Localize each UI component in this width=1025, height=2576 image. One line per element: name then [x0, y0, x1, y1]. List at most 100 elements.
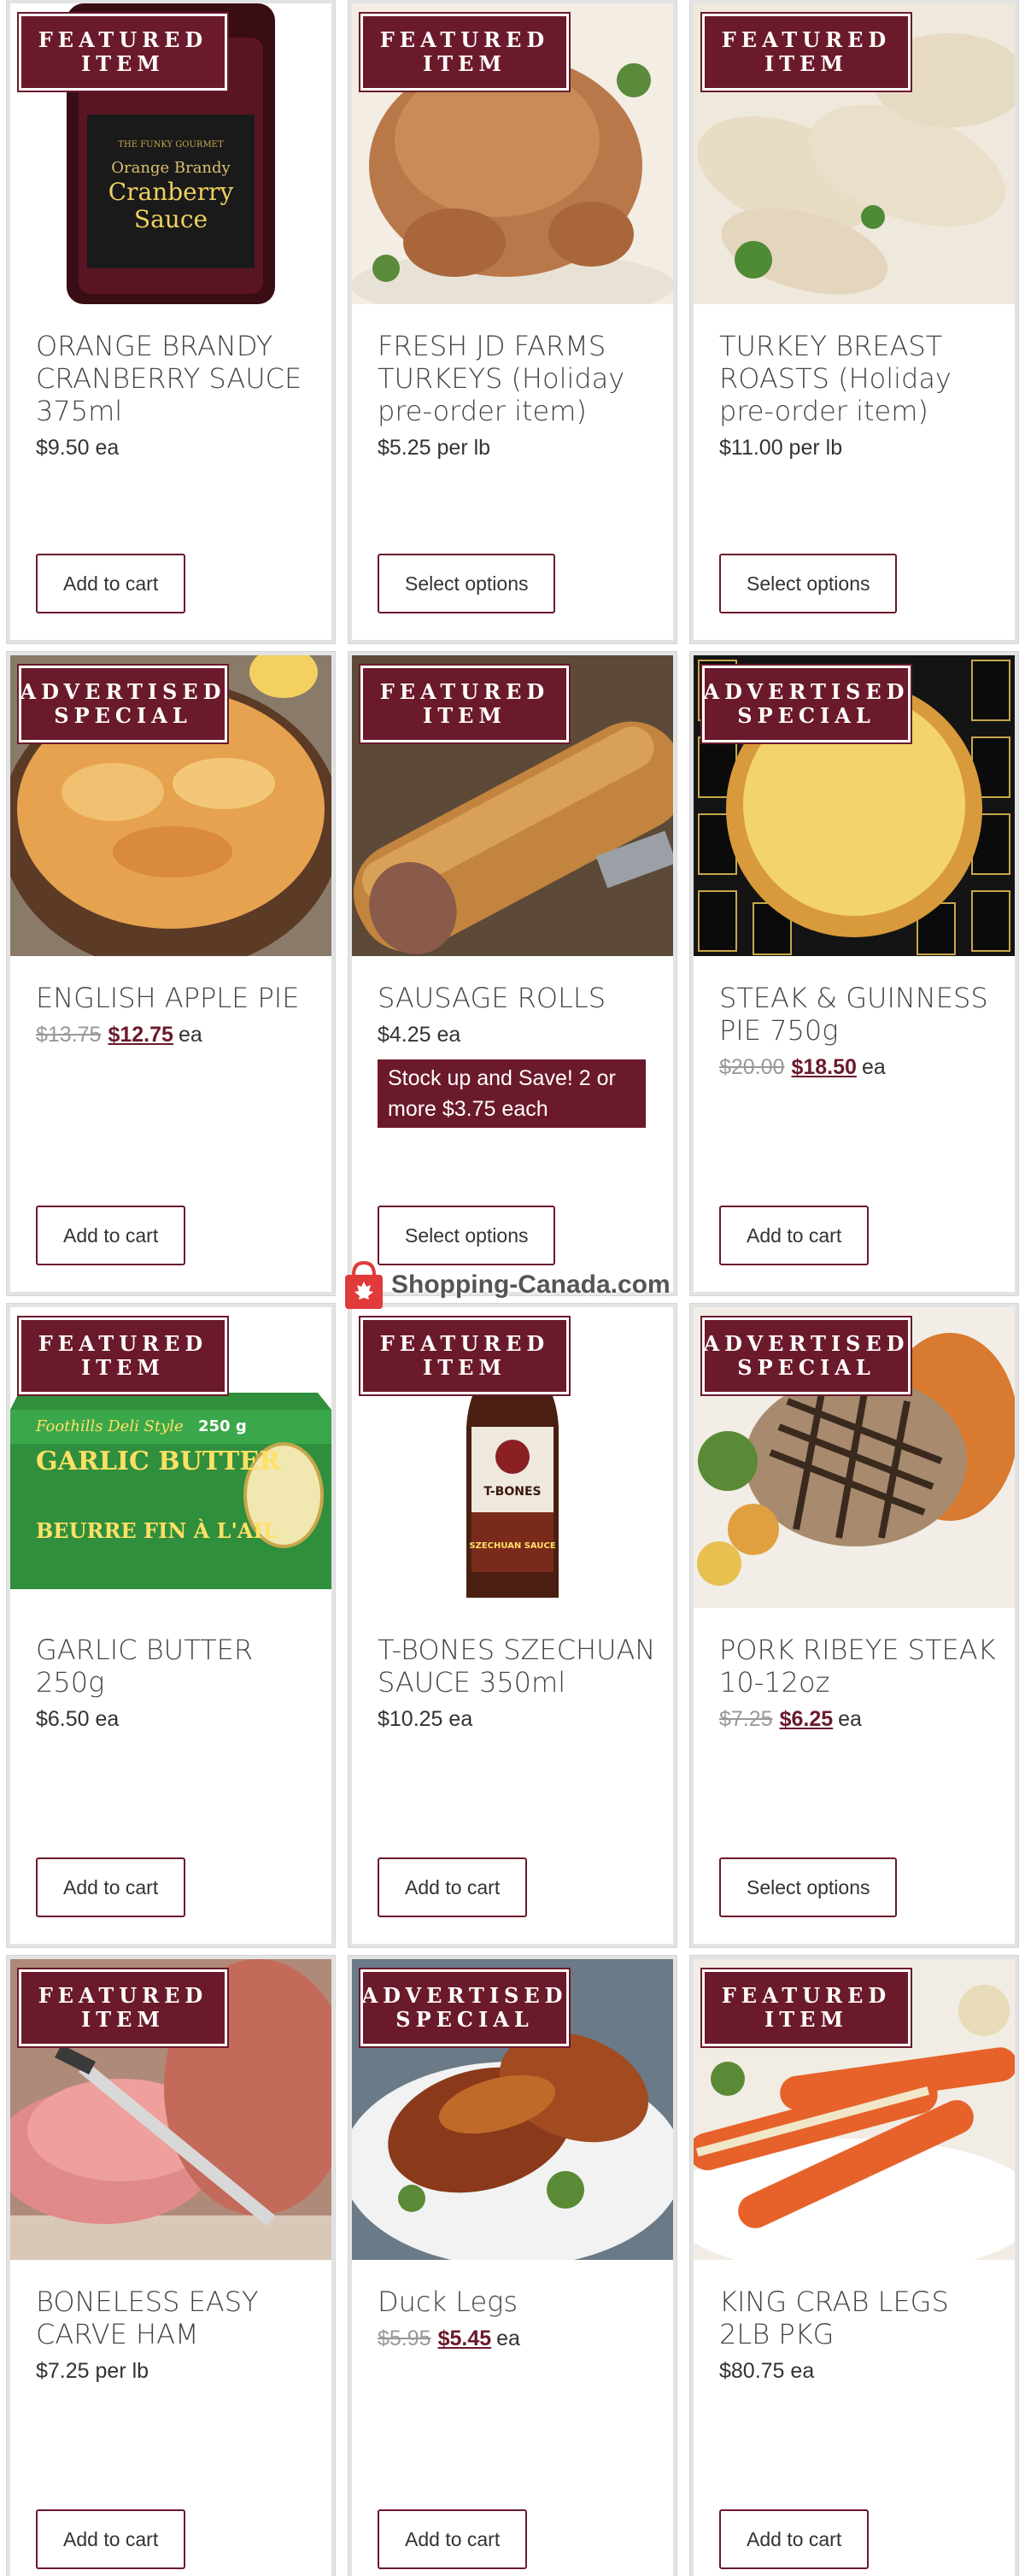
- product-title[interactable]: STEAK & GUINNESS PIE 750g: [719, 982, 998, 1047]
- badge-line-1: ADVERTISED: [361, 1983, 568, 2008]
- promo-banner: Stock up and Save! 2 or more $3.75 each: [378, 1059, 646, 1128]
- badge-line-1: FEATURED: [379, 679, 550, 704]
- product-price: $4.25 ea: [378, 1023, 461, 1047]
- product-card: FEATURED ITEM BONELESS EASY CARVE HAM $7…: [7, 1956, 335, 2576]
- add-to-cart-button[interactable]: Add to cart: [36, 1206, 186, 1265]
- product-price: $7.25 per lb: [36, 2359, 149, 2383]
- jar-brand: THE FUNKY GOURMET: [118, 140, 224, 150]
- price-unit: ea: [178, 1023, 202, 1047]
- badge-line-2: SPECIAL: [737, 703, 876, 728]
- watermark: Shopping-Canada.com: [342, 1258, 671, 1312]
- product-title[interactable]: BONELESS EASY CARVE HAM: [36, 2286, 314, 2350]
- regular-price: $20.00: [719, 1055, 785, 1079]
- product-title[interactable]: PORK RIBEYE STEAK 10-12oz: [719, 1634, 998, 1699]
- product-price: $7.25 $6.25 ea: [719, 1707, 998, 1732]
- product-price: $13.75 $12.75 ea: [36, 1023, 314, 1047]
- badge-line-2: ITEM: [764, 51, 848, 76]
- badge-line-2: SPECIAL: [395, 2007, 534, 2032]
- badge-line-2: ITEM: [423, 703, 507, 728]
- package-label-line: Foothills Deli Style: [35, 1417, 184, 1435]
- price-unit: ea: [838, 1707, 862, 1731]
- product-card: Foothills Deli Style 250 g GARLIC BUTTER…: [7, 1304, 335, 1947]
- product-title[interactable]: ORANGE BRANDY CRANBERRY SAUCE 375ml: [36, 330, 314, 427]
- product-title[interactable]: T-BONES SZECHUAN SAUCE 350ml: [378, 1634, 656, 1699]
- badge-line-1: FEATURED: [38, 1331, 208, 1356]
- price-unit: ea: [496, 2327, 520, 2350]
- sale-price: $12.75: [108, 1023, 173, 1047]
- select-options-button[interactable]: Select options: [719, 554, 898, 613]
- bottle-label-line: T-BONES: [483, 1485, 541, 1499]
- badge-line-1: ADVERTISED: [703, 679, 910, 704]
- featured-badge: FEATURED ITEM: [17, 1968, 229, 2048]
- product-card: ADVERTISED SPECIAL STEAK & GUINNESS PIE …: [690, 652, 1018, 1295]
- bottle-label-line: SZECHUAN SAUCE: [469, 1541, 555, 1551]
- badge-line-1: FEATURED: [721, 1983, 892, 2008]
- featured-badge: FEATURED ITEM: [17, 1316, 229, 1396]
- product-card: FEATURED ITEM TURKEY BREAST ROASTS (Holi…: [690, 0, 1018, 643]
- product-price: $5.95 $5.45 ea: [378, 2327, 656, 2351]
- advertised-special-badge: ADVERTISED SPECIAL: [700, 664, 912, 744]
- add-to-cart-button[interactable]: Add to cart: [719, 2509, 870, 2569]
- badge-line-2: ITEM: [423, 1355, 507, 1380]
- product-card: T-BONES SZECHUAN SAUCE FEATURED ITEM T-B…: [348, 1304, 676, 1947]
- add-to-cart-button[interactable]: Add to cart: [378, 1857, 528, 1917]
- add-to-cart-button[interactable]: Add to cart: [378, 2509, 528, 2569]
- featured-badge: FEATURED ITEM: [359, 1316, 571, 1396]
- regular-price: $13.75: [36, 1023, 102, 1047]
- badge-line-1: FEATURED: [721, 27, 892, 52]
- product-card: FEATURED ITEM SAUSAGE ROLLS $4.25 ea Sto…: [348, 652, 676, 1295]
- badge-line-2: SPECIAL: [54, 703, 192, 728]
- product-title[interactable]: TURKEY BREAST ROASTS (Holiday pre-order …: [719, 330, 998, 427]
- add-to-cart-button[interactable]: Add to cart: [36, 1857, 186, 1917]
- featured-badge: FEATURED ITEM: [17, 12, 229, 92]
- badge-line-2: ITEM: [423, 51, 507, 76]
- product-card: FEATURED ITEM FRESH JD FARMS TURKEYS (Ho…: [348, 0, 676, 643]
- package-label-line: GARLIC BUTTER: [36, 1446, 281, 1476]
- add-to-cart-button[interactable]: Add to cart: [36, 554, 186, 613]
- product-price: $10.25 ea: [378, 1707, 473, 1731]
- product-price: $5.25 per lb: [378, 436, 491, 460]
- add-to-cart-button[interactable]: Add to cart: [719, 1206, 870, 1265]
- product-title[interactable]: SAUSAGE ROLLS: [378, 982, 656, 1014]
- badge-line-1: FEATURED: [38, 27, 208, 52]
- badge-line-2: ITEM: [81, 51, 165, 76]
- badge-line-2: ITEM: [81, 2007, 165, 2032]
- select-options-button[interactable]: Select options: [378, 1206, 556, 1265]
- package-label-line: BEURRE FIN À L'AIL: [36, 1518, 278, 1543]
- featured-badge: FEATURED ITEM: [359, 12, 571, 92]
- advertised-special-badge: ADVERTISED SPECIAL: [17, 664, 229, 744]
- advertised-special-badge: ADVERTISED SPECIAL: [700, 1316, 912, 1396]
- product-title[interactable]: ENGLISH APPLE PIE: [36, 982, 314, 1014]
- select-options-button[interactable]: Select options: [719, 1857, 898, 1917]
- badge-line-1: FEATURED: [379, 1331, 550, 1356]
- product-price: $6.50 ea: [36, 1707, 120, 1731]
- jar-label-line: Orange Brandy: [111, 159, 231, 177]
- package-label-line: 250 g: [198, 1417, 247, 1435]
- select-options-button[interactable]: Select options: [378, 554, 556, 613]
- price-unit: ea: [861, 1055, 886, 1079]
- badge-line-2: SPECIAL: [737, 1355, 876, 1380]
- product-price: $80.75 ea: [719, 2359, 815, 2383]
- watermark-text: Shopping-Canada.com: [391, 1270, 671, 1299]
- product-title[interactable]: GARLIC BUTTER 250g: [36, 1634, 314, 1699]
- product-title[interactable]: Duck Legs: [378, 2286, 656, 2318]
- product-title[interactable]: FRESH JD FARMS TURKEYS (Holiday pre-orde…: [378, 330, 656, 427]
- badge-line-1: FEATURED: [379, 27, 550, 52]
- regular-price: $7.25: [719, 1707, 773, 1731]
- regular-price: $5.95: [378, 2327, 431, 2350]
- product-card: FEATURED ITEM KING CRAB LEGS 2LB PKG $80…: [690, 1956, 1018, 2576]
- jar-label-line: Sauce: [134, 205, 208, 233]
- featured-badge: FEATURED ITEM: [359, 664, 571, 744]
- product-title[interactable]: KING CRAB LEGS 2LB PKG: [719, 2286, 998, 2350]
- add-to-cart-button[interactable]: Add to cart: [36, 2509, 186, 2569]
- product-price: $9.50 ea: [36, 436, 120, 460]
- product-card: ADVERTISED SPECIAL ENGLISH APPLE PIE $13…: [7, 652, 335, 1295]
- featured-badge: FEATURED ITEM: [700, 1968, 912, 2048]
- advertised-special-badge: ADVERTISED SPECIAL: [359, 1968, 571, 2048]
- sale-price: $5.45: [437, 2327, 492, 2350]
- badge-line-1: ADVERTISED: [20, 679, 226, 704]
- shopping-bag-maple-leaf-icon: [345, 1260, 383, 1309]
- badge-line-2: ITEM: [764, 2007, 848, 2032]
- badge-line-2: ITEM: [81, 1355, 165, 1380]
- jar-label-line: Cranberry: [108, 178, 234, 206]
